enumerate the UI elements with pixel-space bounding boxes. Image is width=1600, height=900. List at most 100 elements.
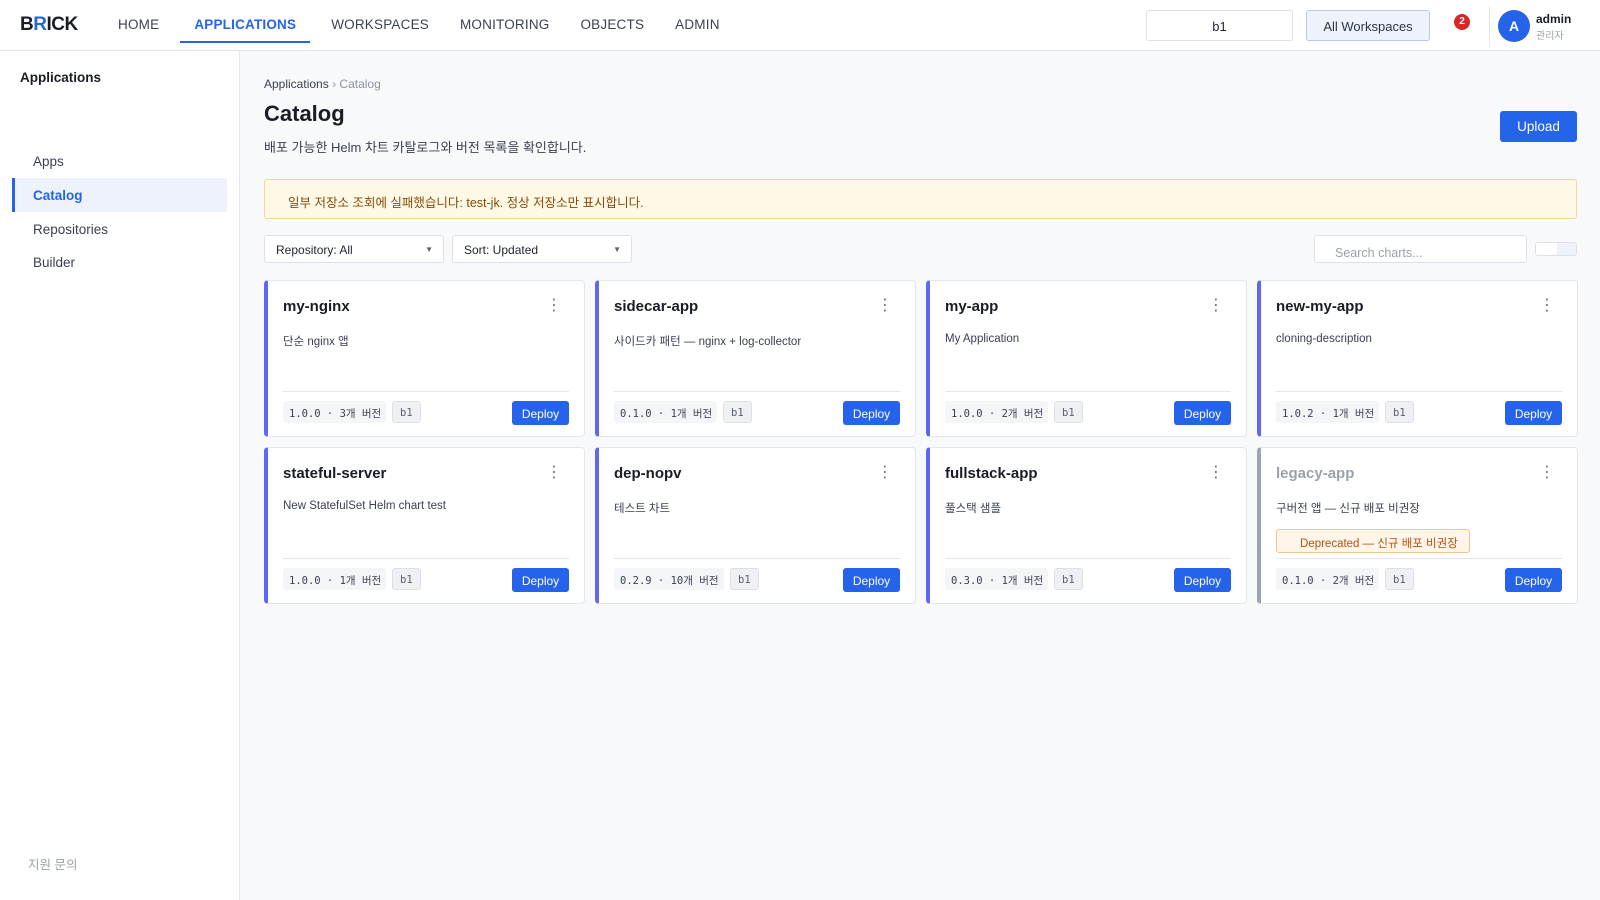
sidebar-item-builder[interactable]: Builder (12, 245, 227, 279)
view-toggle-option[interactable] (1536, 243, 1557, 255)
user-avatar[interactable]: A (1498, 10, 1530, 42)
user-name[interactable]: admin (1536, 12, 1571, 26)
breadcrumb-separator: › (332, 77, 337, 91)
chart-card[interactable]: sidecar-app ⋮ 사이드카 패턴 — nginx + log-collec… (595, 280, 916, 437)
breadcrumb: Applications › Catalog (264, 77, 381, 91)
chart-name[interactable]: fullstack-app (945, 465, 1038, 482)
view-toggle[interactable] (1535, 242, 1577, 256)
chart-description: 단순 nginx 앱 (283, 336, 349, 348)
chart-card[interactable]: my-nginx ⋮ 단순 nginx 앱 1.0.0 · 3개 버전 b1 Deploy (264, 280, 585, 437)
workspace-input[interactable]: b1 (1146, 10, 1293, 41)
top-bar: BRICK HOME APPLICATIONS WORKSPACES MONITORI… (0, 0, 1600, 51)
more-vertical-icon[interactable]: ⋮ (1539, 298, 1555, 314)
support-link[interactable]: 지원 문의 (28, 854, 77, 873)
chart-version: 0.1.0 · 1개 버전 (614, 401, 718, 423)
page-title: Catalog (264, 101, 345, 126)
workspace-tag: b1 (730, 568, 759, 590)
more-vertical-icon[interactable]: ⋮ (1539, 465, 1555, 481)
brick-logo[interactable]: BRICK (20, 14, 78, 36)
sidebar-item-repositories[interactable]: Repositories (12, 212, 227, 246)
chevron-down-icon: ▼ (425, 245, 433, 254)
nav-objects[interactable]: OBJECTS (570, 0, 654, 43)
sidebar-item-catalog[interactable]: Catalog (12, 178, 227, 212)
user-role: 관리자 (1536, 31, 1564, 42)
workspace-tag: b1 (1054, 568, 1083, 590)
chart-version: 1.0.0 · 2개 버전 (945, 401, 1049, 423)
chart-description: 풀스택 샘플 (945, 503, 1002, 515)
chart-card[interactable]: stateful-server ⋮ New StatefulSet Helm cha… (264, 447, 585, 604)
workspace-tag: b1 (392, 568, 421, 590)
sidebar-item-apps[interactable]: Apps (12, 144, 227, 178)
chart-version: 0.3.0 · 1개 버전 (945, 568, 1049, 590)
card-divider (283, 558, 569, 559)
nav-applications[interactable]: APPLICATIONS (180, 0, 311, 43)
nav-home[interactable]: HOME (108, 0, 169, 43)
chart-card[interactable]: fullstack-app ⋮ 풀스택 샘플 0.3.0 · 1개 버전 b1 Deplo… (926, 447, 1247, 604)
chart-version: 1.0.0 · 3개 버전 (283, 401, 387, 423)
search-input[interactable] (1314, 235, 1527, 263)
nav-workspaces[interactable]: WORKSPACES (321, 0, 439, 43)
more-vertical-icon[interactable]: ⋮ (546, 298, 562, 314)
deprecated-badge: Deprecated — 신규 배포 비권장 (1276, 529, 1470, 553)
card-divider (1276, 391, 1562, 392)
workspace-tag: b1 (1385, 401, 1414, 423)
deploy-button[interactable]: Deploy (1505, 568, 1562, 592)
repository-filter[interactable]: Repository: All ▼ (264, 235, 444, 263)
chart-description: New StatefulSet Helm chart test (283, 500, 446, 512)
more-vertical-icon[interactable]: ⋮ (877, 465, 893, 481)
sort-filter[interactable]: Sort: Updated ▼ (452, 235, 632, 263)
card-divider (945, 558, 1231, 559)
workspace-tag: b1 (1054, 401, 1083, 423)
chart-description: cloning-description (1276, 333, 1372, 345)
deploy-button[interactable]: Deploy (512, 401, 569, 425)
nav-monitoring[interactable]: MONITORING (450, 0, 560, 43)
chart-version: 0.2.9 · 10개 버전 (614, 568, 724, 590)
repository-filter-value: Repository: All (276, 243, 353, 257)
deploy-button[interactable]: Deploy (843, 401, 900, 425)
chart-card[interactable]: new-my-app ⋮ cloning-description 1.0.2 · 1개… (1257, 280, 1578, 437)
header-divider (1489, 6, 1490, 46)
main-nav: HOME APPLICATIONS WORKSPACES MONITORING OBJE… (108, 0, 741, 51)
chart-card[interactable]: my-app ⋮ My Application 1.0.0 · 2개 버전 b1 Depl… (926, 280, 1247, 437)
chart-name[interactable]: new-my-app (1276, 298, 1364, 315)
chart-card[interactable]: legacy-app ⋮ 구버전 앱 — 신규 배포 비권장 Deprecated —… (1257, 447, 1578, 604)
chart-version: 1.0.0 · 1개 버전 (283, 568, 387, 590)
breadcrumb-catalog: Catalog (339, 77, 381, 91)
page-description: 배포 가능한 Helm 차트 카탈로그와 버전 목록을 확인합니다. (264, 140, 587, 155)
chart-name[interactable]: dep-nopv (614, 465, 682, 482)
sort-filter-value: Sort: Updated (464, 243, 539, 257)
chart-name[interactable]: my-app (945, 298, 998, 315)
card-divider (614, 391, 900, 392)
repository-warning: 일부 저장소 조회에 실패했습니다: test-jk. 정상 저장소만 표시합니… (264, 179, 1577, 219)
chart-name[interactable]: legacy-app (1276, 465, 1354, 482)
chart-version: 0.1.0 · 2개 버전 (1276, 568, 1380, 590)
more-vertical-icon[interactable]: ⋮ (1208, 465, 1224, 481)
chart-description: 구버전 앱 — 신규 배포 비권장 (1276, 503, 1420, 515)
deploy-button[interactable]: Deploy (1174, 568, 1231, 592)
deploy-button[interactable]: Deploy (1174, 401, 1231, 425)
more-vertical-icon[interactable]: ⋮ (546, 465, 562, 481)
chart-grid: my-nginx ⋮ 단순 nginx 앱 1.0.0 · 3개 버전 b1 Deploy… (264, 280, 1579, 604)
breadcrumb-applications[interactable]: Applications (264, 77, 329, 91)
chart-version: 1.0.2 · 1개 버전 (1276, 401, 1380, 423)
card-divider (945, 391, 1231, 392)
card-divider (283, 391, 569, 392)
more-vertical-icon[interactable]: ⋮ (1208, 298, 1224, 314)
nav-admin[interactable]: ADMIN (665, 0, 730, 43)
chart-name[interactable]: stateful-server (283, 465, 386, 482)
all-workspaces-button[interactable]: All Workspaces (1306, 10, 1430, 41)
chart-name[interactable]: my-nginx (283, 298, 350, 315)
deploy-button[interactable]: Deploy (1505, 401, 1562, 425)
deploy-button[interactable]: Deploy (843, 568, 900, 592)
deploy-button[interactable]: Deploy (512, 568, 569, 592)
chart-card[interactable]: dep-nopv ⋮ 테스트 차트 0.2.9 · 10개 버전 b1 Deploy (595, 447, 916, 604)
workspace-tag: b1 (1385, 568, 1414, 590)
notification-badge[interactable]: 2 (1454, 14, 1470, 30)
chart-description: 테스트 차트 (614, 503, 671, 515)
chart-description: 사이드카 패턴 — nginx + log-collector (614, 336, 802, 348)
workspace-tag: b1 (392, 401, 421, 423)
chart-name[interactable]: sidecar-app (614, 298, 698, 315)
sidebar: Applications Apps Catalog Repositories Buil… (0, 51, 240, 900)
upload-button[interactable]: Upload (1500, 111, 1577, 142)
more-vertical-icon[interactable]: ⋮ (877, 298, 893, 314)
